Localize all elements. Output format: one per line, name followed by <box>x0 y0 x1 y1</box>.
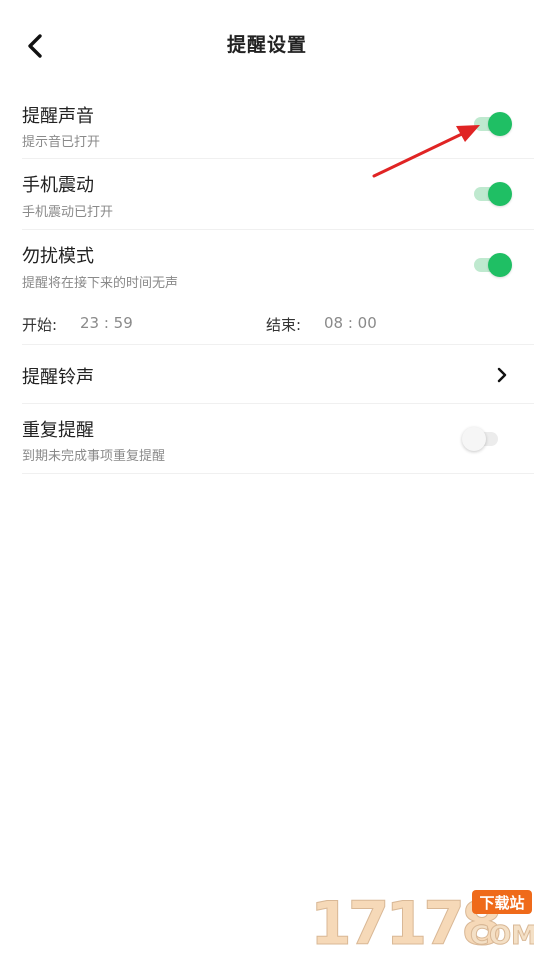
toggle-knob <box>488 253 512 277</box>
app-header: 提醒设置 <box>0 0 534 90</box>
watermark-tag: 下载站 <box>479 894 524 912</box>
setting-row-sound: 提醒声音 提示音已打开 <box>22 90 534 159</box>
setting-row-vibrate: 手机震动 手机震动已打开 <box>22 159 534 230</box>
setting-subtitle-repeat: 到期未完成事项重复提醒 <box>22 449 166 464</box>
setting-title-dnd: 勿扰模式 <box>22 246 94 267</box>
chevron-right-icon <box>494 365 510 385</box>
repeat-toggle[interactable] <box>462 425 502 451</box>
toggle-knob <box>488 112 512 136</box>
watermark-domain: COM <box>470 921 534 950</box>
setting-title-repeat: 重复提醒 <box>22 420 94 441</box>
dnd-toggle[interactable] <box>472 251 512 277</box>
watermark-logo: 17178 下载站 COM <box>308 880 534 954</box>
setting-title-sound: 提醒声音 <box>22 106 94 127</box>
setting-row-dnd: 勿扰模式 提醒将在接下来的时间无声 <box>22 230 534 300</box>
toggle-knob <box>488 182 512 206</box>
setting-subtitle-sound: 提示音已打开 <box>22 135 101 150</box>
dnd-time-range: 开始: 23 : 59 结束: 08 : 00 <box>22 300 534 345</box>
setting-title-ringtone: 提醒铃声 <box>22 367 94 388</box>
setting-row-repeat: 重复提醒 到期未完成事项重复提醒 <box>22 404 534 474</box>
start-time-value[interactable]: 23 : 59 <box>80 314 133 332</box>
setting-title-vibrate: 手机震动 <box>22 175 94 196</box>
end-time-value[interactable]: 08 : 00 <box>324 314 377 332</box>
vibrate-toggle[interactable] <box>472 180 512 206</box>
sound-toggle[interactable] <box>472 110 512 136</box>
setting-row-ringtone[interactable]: 提醒铃声 <box>22 345 534 404</box>
setting-subtitle-vibrate: 手机震动已打开 <box>22 205 114 220</box>
toggle-knob <box>462 427 486 451</box>
start-time-label: 开始: <box>22 316 58 334</box>
end-time-label: 结束: <box>266 316 302 334</box>
page-title: 提醒设置 <box>226 34 307 56</box>
setting-subtitle-dnd: 提醒将在接下来的时间无声 <box>22 276 179 291</box>
